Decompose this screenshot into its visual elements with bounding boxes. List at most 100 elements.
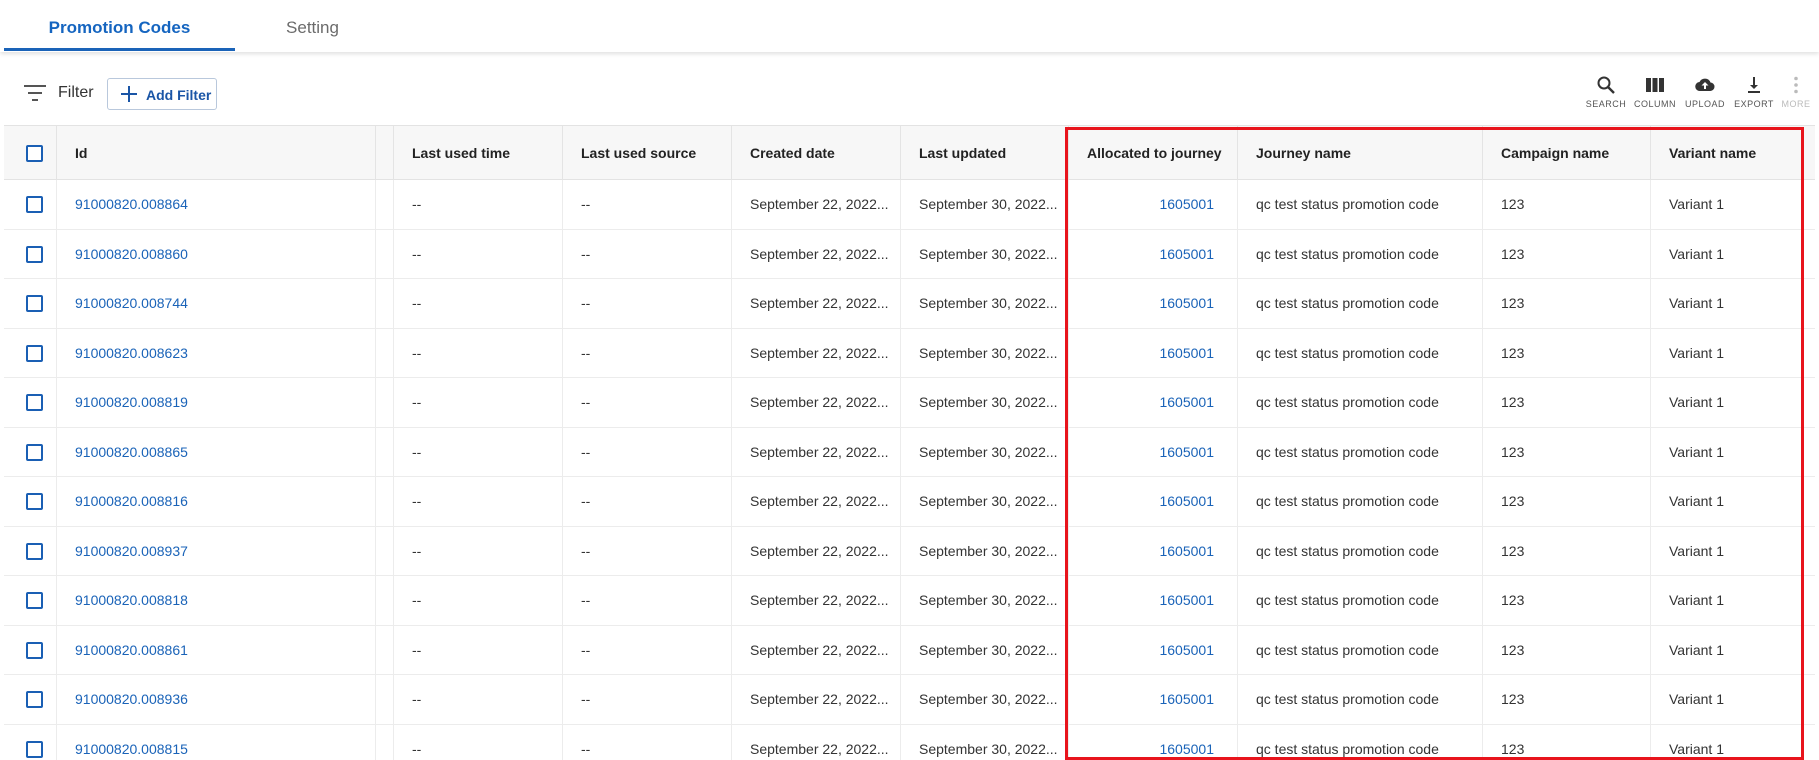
journey-id-link[interactable]: 1605001	[1069, 378, 1238, 427]
row-checkbox[interactable]	[26, 245, 43, 263]
row-blank-cell	[376, 328, 394, 378]
row-select-cell	[4, 180, 57, 229]
promo-code-id-link[interactable]: 91000820.008816	[57, 477, 376, 526]
campaign-name-cell: 123	[1483, 180, 1651, 229]
table-row[interactable]: 91000820.008861 -- -- September 22, 2022...…	[4, 625, 1815, 675]
table-row[interactable]: 91000820.008865 -- -- September 22, 2022...…	[4, 427, 1815, 477]
last-updated-cell: September 30, 2022...	[901, 229, 1069, 279]
last-used-time-cell: --	[394, 526, 563, 576]
journey-id-link[interactable]: 1605001	[1069, 229, 1238, 279]
row-blank-cell	[376, 675, 394, 724]
row-checkbox[interactable]	[26, 394, 43, 411]
campaign-name-cell: 123	[1483, 229, 1651, 279]
table-row[interactable]: 91000820.008936 -- -- September 22, 2022...…	[4, 675, 1815, 725]
table-row[interactable]: 91000820.008744 -- -- September 22, 2022...…	[4, 279, 1815, 329]
journey-name-cell: qc test status promotion code	[1238, 229, 1483, 279]
table-row[interactable]: 91000820.008815 -- -- September 22, 2022...…	[4, 724, 1815, 760]
row-checkbox[interactable]	[26, 691, 43, 708]
more-button[interactable]: MORE	[1773, 75, 1819, 115]
journey-id-link[interactable]: 1605001	[1069, 724, 1238, 760]
column-header-last-used-source[interactable]: Last used source	[563, 126, 732, 180]
promo-code-id-link[interactable]: 91000820.008818	[57, 576, 376, 625]
promo-code-id-link[interactable]: 91000820.008865	[57, 427, 376, 477]
journey-id-link[interactable]: 1605001	[1069, 625, 1238, 675]
promo-code-id-link[interactable]: 91000820.008937	[57, 526, 376, 576]
column-button[interactable]: COLUMN	[1631, 75, 1679, 115]
promo-code-id-link[interactable]: 91000820.008864	[57, 180, 376, 229]
upload-button[interactable]: UPLOAD	[1681, 75, 1729, 115]
column-header-campaign-name[interactable]: Campaign name	[1483, 126, 1651, 180]
table-row[interactable]: 91000820.008937 -- -- September 22, 2022...…	[4, 526, 1815, 576]
journey-id-link[interactable]: 1605001	[1069, 328, 1238, 378]
row-blank-cell	[376, 724, 394, 760]
promo-code-id-link[interactable]: 91000820.008936	[57, 675, 376, 724]
table-row[interactable]: 91000820.008860 -- -- September 22, 2022...…	[4, 229, 1815, 279]
column-header-allocated-to-journey[interactable]: Allocated to journey	[1069, 126, 1238, 180]
row-checkbox[interactable]	[26, 295, 43, 312]
last-updated-cell: September 30, 2022...	[901, 427, 1069, 477]
tab-setting[interactable]: Setting	[235, 0, 390, 52]
add-filter-button[interactable]: Add Filter	[107, 78, 217, 110]
row-select-cell	[4, 477, 57, 526]
column-header-last-used-time[interactable]: Last used time	[394, 126, 563, 180]
promo-code-id-link[interactable]: 91000820.008623	[57, 328, 376, 378]
search-label: SEARCH	[1585, 99, 1627, 109]
column-header-created-date[interactable]: Created date	[732, 126, 901, 180]
journey-id-link[interactable]: 1605001	[1069, 180, 1238, 229]
created-date-cell: September 22, 2022...	[732, 180, 901, 229]
journey-id-link[interactable]: 1605001	[1069, 526, 1238, 576]
journey-id-link[interactable]: 1605001	[1069, 477, 1238, 526]
promo-code-id-link[interactable]: 91000820.008860	[57, 229, 376, 279]
row-checkbox[interactable]	[26, 740, 43, 758]
journey-id-link[interactable]: 1605001	[1069, 675, 1238, 724]
last-used-time-cell: --	[394, 279, 563, 328]
created-date-cell: September 22, 2022...	[732, 675, 901, 724]
row-checkbox[interactable]	[26, 592, 43, 609]
journey-id-link[interactable]: 1605001	[1069, 576, 1238, 625]
campaign-name-cell: 123	[1483, 526, 1651, 576]
last-updated-cell: September 30, 2022...	[901, 675, 1069, 724]
export-button[interactable]: EXPORT	[1730, 75, 1778, 115]
promo-code-id-link[interactable]: 91000820.008744	[57, 279, 376, 328]
tab-promotion-codes[interactable]: Promotion Codes	[4, 0, 235, 52]
column-header-id[interactable]: Id	[57, 126, 376, 180]
column-header-last-updated[interactable]: Last updated	[901, 126, 1069, 180]
filter-icon[interactable]	[24, 85, 46, 101]
promo-code-id-link[interactable]: 91000820.008819	[57, 378, 376, 427]
variant-name-cell: Variant 1	[1669, 493, 1724, 509]
last-used-time-cell: --	[394, 427, 563, 477]
row-checkbox[interactable]	[26, 542, 43, 560]
last-used-source-cell: --	[563, 427, 732, 477]
row-checkbox[interactable]	[26, 641, 43, 659]
created-date-cell: September 22, 2022...	[732, 229, 901, 279]
row-select-cell	[4, 328, 57, 378]
column-header-variant-name[interactable]: Variant name	[1651, 126, 1815, 180]
journey-name-cell: qc test status promotion code	[1238, 279, 1483, 328]
search-button[interactable]: SEARCH	[1582, 75, 1630, 115]
row-select-cell	[4, 576, 57, 625]
row-blank-cell	[376, 427, 394, 477]
journey-id-link[interactable]: 1605001	[1069, 427, 1238, 477]
promo-code-id-link[interactable]: 91000820.008861	[57, 625, 376, 675]
last-used-time-cell: --	[394, 180, 563, 229]
table-row[interactable]: 91000820.008816 -- -- September 22, 2022...…	[4, 477, 1815, 527]
table-row[interactable]: 91000820.008623 -- -- September 22, 2022...…	[4, 328, 1815, 378]
row-checkbox[interactable]	[26, 443, 43, 461]
row-checkbox[interactable]	[26, 196, 43, 213]
journey-id-link[interactable]: 1605001	[1069, 279, 1238, 328]
column-header-journey-name[interactable]: Journey name	[1238, 126, 1483, 180]
filter-label[interactable]: Filter	[58, 84, 94, 102]
table-row[interactable]: 91000820.008819 -- -- September 22, 2022...…	[4, 378, 1815, 428]
row-checkbox[interactable]	[26, 344, 43, 362]
row-select-cell	[4, 724, 57, 760]
campaign-name-cell: 123	[1483, 328, 1651, 378]
table-row[interactable]: 91000820.008818 -- -- September 22, 2022...…	[4, 576, 1815, 626]
row-checkbox[interactable]	[26, 493, 43, 510]
variant-name-cell: Variant 1	[1669, 542, 1724, 559]
campaign-name-cell: 123	[1483, 625, 1651, 675]
row-select-cell	[4, 279, 57, 328]
table-row[interactable]: 91000820.008864 -- -- September 22, 2022...…	[4, 180, 1815, 230]
select-all-checkbox[interactable]	[26, 145, 43, 162]
promo-code-id-link[interactable]: 91000820.008815	[57, 724, 376, 760]
row-blank-cell	[376, 180, 394, 229]
